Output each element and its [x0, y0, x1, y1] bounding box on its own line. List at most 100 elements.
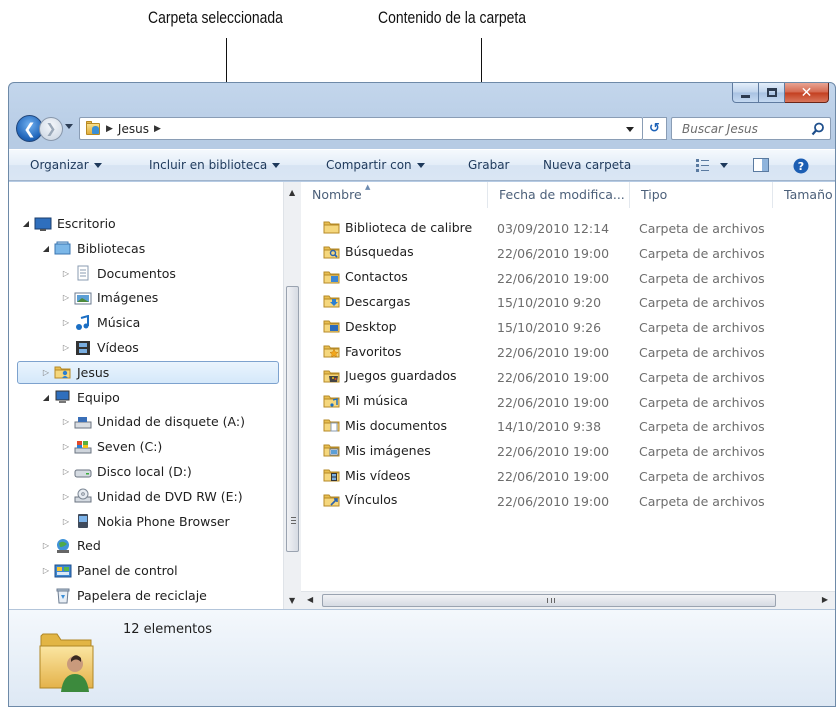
- column-name-label: Nombre: [312, 187, 362, 202]
- column-header-date[interactable]: Fecha de modifica...: [488, 182, 630, 208]
- preview-pane-button[interactable]: [753, 158, 769, 175]
- file-date: 15/10/2010 9:20: [497, 295, 602, 311]
- scrollbar-thumb[interactable]: [322, 594, 776, 607]
- nav-item-disco-local-d[interactable]: ▷ Disco local (D:): [17, 460, 192, 483]
- nav-item-jesus[interactable]: ▷ Jesus: [17, 360, 279, 384]
- nav-item-unidad-de-disquete-a[interactable]: ▷ Unidad de disquete (A:): [17, 410, 245, 433]
- file-name: Mis documentos: [345, 417, 447, 433]
- file-row[interactable]: Favoritos 22/06/2010 19:00 Carpeta de arch…: [301, 339, 835, 364]
- search-icon[interactable]: [811, 122, 825, 136]
- collapsed-arrow-icon[interactable]: ▷: [41, 566, 51, 575]
- search-input[interactable]: [680, 120, 800, 137]
- collapsed-arrow-icon[interactable]: ▷: [61, 293, 71, 302]
- file-row[interactable]: Mis vídeos 22/06/2010 19:00 Carpeta de arc…: [301, 463, 835, 488]
- close-button[interactable]: ✕: [785, 83, 829, 103]
- organize-button[interactable]: Organizar: [30, 158, 102, 172]
- nav-item-nokia-phone-browser[interactable]: ▷ Nokia Phone Browser: [17, 510, 230, 533]
- collapsed-arrow-icon[interactable]: ▷: [61, 442, 71, 451]
- column-header-name[interactable]: ▲ Nombre: [301, 182, 488, 208]
- navigation-scrollbar[interactable]: ▲ ▼: [283, 182, 301, 609]
- collapsed-arrow-icon[interactable]: ▷: [61, 318, 71, 327]
- scroll-up-icon[interactable]: ▲: [289, 188, 295, 197]
- help-button[interactable]: ?: [793, 158, 809, 177]
- nav-item-seven-c[interactable]: ▷ Seven (C:): [17, 435, 162, 458]
- breadcrumb-separator[interactable]: ▶: [106, 124, 113, 134]
- file-row[interactable]: Búsquedas 22/06/2010 19:00 Carpeta de arch…: [301, 240, 835, 265]
- hard-drive-icon: [74, 464, 92, 480]
- file-name: Vínculos: [345, 492, 398, 508]
- expanded-arrow-icon[interactable]: ◢: [41, 393, 51, 402]
- documents-folder-icon: [323, 417, 340, 433]
- favorites-folder-icon: [323, 343, 340, 359]
- collapsed-arrow-icon[interactable]: ▷: [61, 492, 71, 501]
- collapsed-arrow-icon[interactable]: ▷: [61, 517, 71, 526]
- change-view-button[interactable]: [696, 158, 730, 175]
- collapsed-arrow-icon[interactable]: ▷: [61, 343, 71, 352]
- scroll-down-icon[interactable]: ▼: [289, 596, 295, 605]
- links-folder-icon: [323, 492, 340, 508]
- scroll-right-icon[interactable]: ▶: [822, 595, 828, 604]
- refresh-button[interactable]: ↺: [643, 117, 667, 140]
- nav-item-label: Nokia Phone Browser: [97, 513, 230, 529]
- scrollbar-thumb[interactable]: [286, 286, 299, 552]
- address-history-dropdown[interactable]: [626, 127, 634, 132]
- file-name: Biblioteca de calibre: [345, 219, 473, 235]
- horizontal-scrollbar[interactable]: ◀ ▶: [301, 591, 835, 609]
- column-header-size[interactable]: Tamaño: [773, 182, 835, 208]
- breadcrumb-segment[interactable]: Jesus: [118, 122, 149, 136]
- nav-item-vídeos[interactable]: ▷ Vídeos: [17, 336, 139, 359]
- column-header-type[interactable]: Tipo: [630, 182, 773, 208]
- address-bar[interactable]: ▶ Jesus ▶: [79, 117, 643, 140]
- file-name-cell: Descargas: [323, 293, 410, 309]
- nav-item-unidad-de-dvd-rw-e[interactable]: ▷ Unidad de DVD RW (E:): [17, 485, 243, 508]
- chevron-down-icon: [416, 163, 425, 168]
- nav-item-red[interactable]: ▷ Red: [17, 534, 101, 557]
- expanded-arrow-icon[interactable]: ◢: [21, 219, 31, 228]
- include-in-library-button[interactable]: Incluir en biblioteca: [149, 158, 281, 172]
- collapsed-arrow-icon[interactable]: ▷: [41, 541, 51, 550]
- nav-item-escritorio[interactable]: ◢ Escritorio: [17, 212, 116, 235]
- nav-item-bibliotecas[interactable]: ◢ Bibliotecas: [17, 237, 145, 260]
- file-type: Carpeta de archivos: [639, 320, 765, 336]
- file-row[interactable]: Descargas 15/10/2010 9:20 Carpeta de archi…: [301, 289, 835, 314]
- new-folder-button[interactable]: Nueva carpeta: [543, 158, 631, 172]
- recent-pages-dropdown[interactable]: [65, 124, 73, 129]
- forward-button[interactable]: ❯: [39, 117, 63, 141]
- file-date: 22/06/2010 19:00: [497, 493, 610, 509]
- control-panel-icon: [54, 563, 72, 579]
- nav-item-música[interactable]: ▷ Música: [17, 311, 140, 334]
- nav-item-documentos[interactable]: ▷ Documentos: [17, 262, 176, 285]
- file-row[interactable]: Juegos guardados 22/06/2010 19:00 Carpeta …: [301, 364, 835, 389]
- file-row[interactable]: Mis documentos 14/10/2010 9:38 Carpeta de …: [301, 413, 835, 438]
- collapsed-arrow-icon[interactable]: ▷: [41, 368, 51, 377]
- nav-item-panel-de-control[interactable]: ▷ Panel de control: [17, 559, 178, 582]
- contacts-folder-icon: [323, 269, 340, 285]
- expanded-arrow-icon[interactable]: ◢: [41, 244, 51, 253]
- videos-folder-icon: [323, 467, 340, 483]
- file-row[interactable]: Desktop 15/10/2010 9:26 Carpeta de archivo…: [301, 314, 835, 339]
- recycle-bin-icon: [54, 588, 72, 604]
- callout-selected-folder: Carpeta seleccionada: [148, 8, 283, 27]
- collapsed-arrow-icon[interactable]: ▷: [61, 467, 71, 476]
- nav-item-papelera-de-reciclaje[interactable]: Papelera de reciclaje: [17, 584, 207, 607]
- maximize-button[interactable]: [759, 83, 785, 103]
- nav-item-imágenes[interactable]: ▷ Imágenes: [17, 286, 158, 309]
- burn-button[interactable]: Grabar: [468, 158, 510, 172]
- file-row[interactable]: Contactos 22/06/2010 19:00 Carpeta de arch…: [301, 265, 835, 290]
- minimize-button[interactable]: [732, 83, 759, 103]
- search-box[interactable]: [671, 117, 831, 140]
- collapsed-arrow-icon[interactable]: ▷: [61, 417, 71, 426]
- share-with-button[interactable]: Compartir con: [326, 158, 425, 172]
- file-row[interactable]: Mis imágenes 22/06/2010 19:00 Carpeta de a…: [301, 438, 835, 463]
- item-count: 12 elementos: [123, 622, 213, 637]
- file-row[interactable]: Biblioteca de calibre 03/09/2010 12:14 Car…: [301, 215, 835, 240]
- breadcrumb-separator[interactable]: ▶: [154, 124, 161, 134]
- scroll-left-icon[interactable]: ◀: [307, 595, 313, 604]
- file-date: 22/06/2010 19:00: [497, 245, 610, 261]
- music-folder-icon: [323, 393, 340, 409]
- collapsed-arrow-icon[interactable]: ▷: [61, 269, 71, 278]
- file-row[interactable]: Mi música 22/06/2010 19:00 Carpeta de arch…: [301, 389, 835, 414]
- file-row[interactable]: Vínculos 22/06/2010 19:00 Carpeta de archi…: [301, 488, 835, 513]
- nav-item-equipo[interactable]: ◢ Equipo: [17, 386, 120, 409]
- refresh-icon: ↺: [649, 121, 660, 136]
